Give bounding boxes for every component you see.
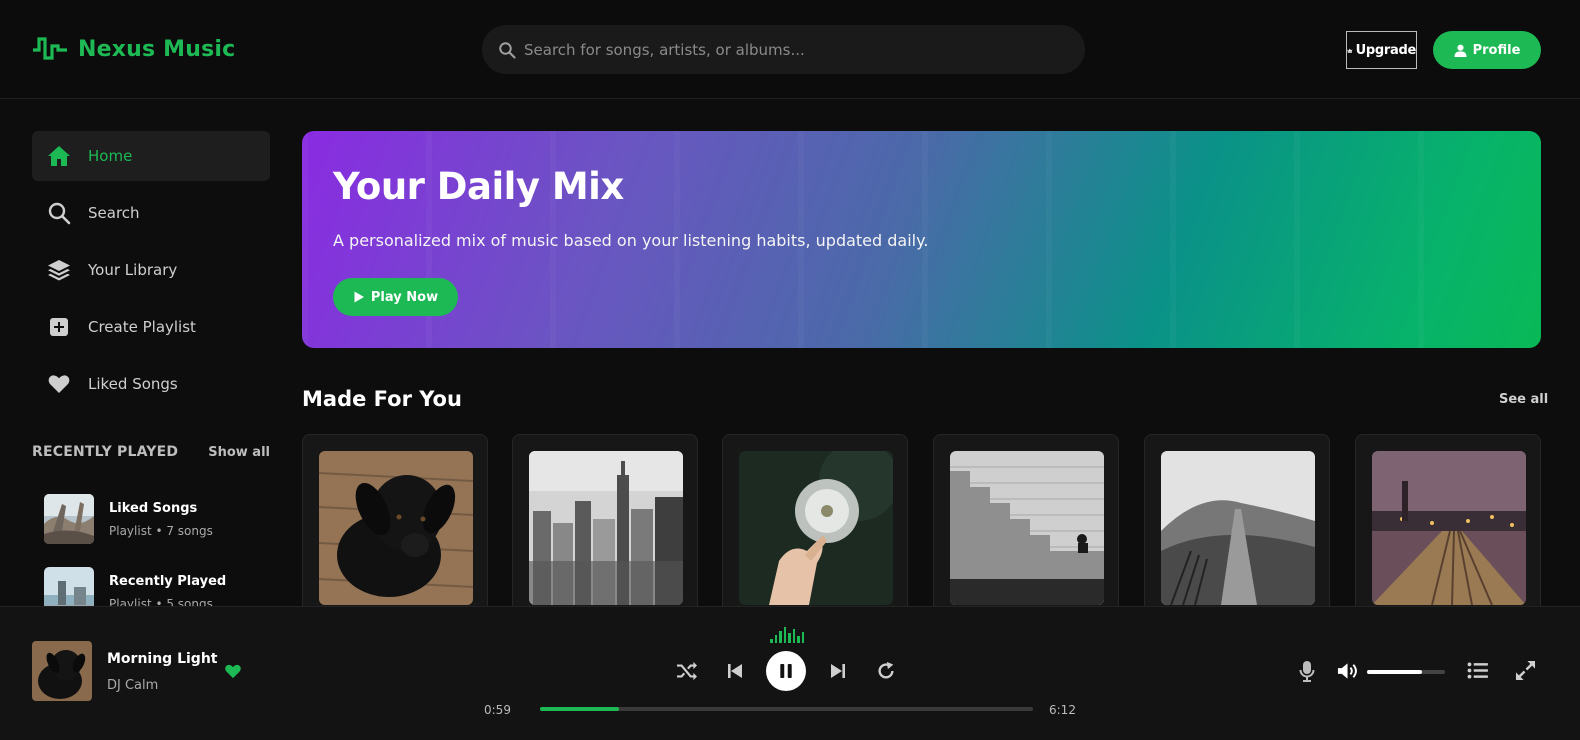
profile-label: Profile	[1472, 42, 1521, 58]
playlist-info: Recently Played Playlist • 5 songs	[109, 574, 226, 611]
search-icon	[499, 41, 516, 59]
sidebar-item-liked-songs[interactable]: Liked Songs	[32, 359, 270, 409]
skip-forward-icon	[831, 664, 845, 678]
layers-icon	[48, 260, 70, 281]
pause-icon	[780, 664, 792, 678]
pulse-logo-icon	[33, 37, 67, 60]
now-playing-title: Morning Light	[107, 651, 218, 667]
expand-icon	[1515, 660, 1536, 681]
sidebar-item-label: Home	[88, 147, 133, 165]
volume-fill	[1367, 670, 1423, 674]
equalizer-icon	[770, 627, 804, 643]
card-artwork	[529, 451, 683, 605]
sidebar-item-home[interactable]: Home	[32, 131, 270, 181]
playlist-card[interactable]	[512, 434, 698, 624]
search-input[interactable]	[524, 40, 1064, 59]
see-all-link[interactable]: See all	[1499, 392, 1548, 407]
recently-played-title: RECENTLY PLAYED	[32, 444, 179, 460]
sidebar-item-label: Search	[88, 204, 140, 222]
upgrade-button[interactable]: Upgrade	[1346, 31, 1417, 69]
playlist-card[interactable]	[302, 434, 488, 624]
crown-icon	[1347, 48, 1353, 53]
now-playing-artist[interactable]: DJ Calm	[107, 678, 158, 693]
banner-subtitle: A personalized mix of music based on you…	[333, 231, 929, 250]
playlist-card[interactable]	[1144, 434, 1330, 624]
pause-button[interactable]	[766, 651, 806, 691]
lyrics-mic-button[interactable]	[1299, 660, 1315, 682]
sidebar-item-label: Create Playlist	[88, 318, 196, 336]
search-icon	[48, 202, 71, 225]
sidebar-item-library[interactable]: Your Library	[32, 245, 270, 295]
shuffle-button[interactable]	[676, 661, 698, 681]
user-icon	[1454, 44, 1467, 57]
search-bar[interactable]	[482, 25, 1085, 74]
playlist-card[interactable]	[1355, 434, 1541, 624]
app-name: Nexus Music	[78, 36, 236, 62]
shuffle-icon	[677, 661, 697, 681]
now-playing-artwork[interactable]	[32, 641, 92, 701]
app-logo[interactable]: Nexus Music	[32, 36, 235, 62]
recently-played-header: RECENTLY PLAYED Show all	[32, 444, 270, 460]
daily-mix-banner: Your Daily Mix A personalized mix of mus…	[302, 131, 1541, 348]
microphone-icon	[1299, 661, 1315, 682]
next-button[interactable]	[830, 663, 846, 679]
skip-back-icon	[728, 664, 742, 678]
playlist-meta: Playlist • 7 songs	[109, 523, 213, 538]
playlist-card[interactable]	[722, 434, 908, 624]
volume-slider[interactable]	[1367, 670, 1445, 674]
liked-heart-icon[interactable]	[224, 663, 242, 679]
sidebar-item-search[interactable]: Search	[32, 188, 270, 238]
card-artwork	[1372, 451, 1526, 605]
volume-icon	[1337, 663, 1357, 679]
volume-button[interactable]	[1337, 662, 1360, 680]
show-all-link[interactable]: Show all	[208, 445, 270, 460]
list-icon	[1467, 662, 1488, 679]
top-header: Nexus Music Upgrade Profile	[0, 0, 1580, 99]
repeat-button[interactable]	[876, 661, 896, 681]
progress-fill	[540, 707, 619, 711]
recently-played-item[interactable]: Liked Songs Playlist • 7 songs	[44, 494, 213, 544]
plus-square-icon	[50, 318, 68, 336]
playlist-info: Liked Songs Playlist • 7 songs	[109, 501, 213, 538]
card-artwork	[950, 451, 1104, 605]
card-artwork	[1161, 451, 1315, 605]
profile-button[interactable]: Profile	[1433, 31, 1541, 69]
playlist-card[interactable]	[933, 434, 1119, 624]
playlist-name: Recently Played	[109, 573, 227, 589]
sidebar-item-label: Your Library	[88, 261, 178, 279]
card-artwork	[319, 451, 473, 605]
home-icon	[48, 146, 70, 166]
queue-button[interactable]	[1467, 662, 1488, 679]
elapsed-time: 0:59	[484, 703, 511, 717]
playlist-name: Liked Songs	[109, 500, 198, 516]
play-icon	[354, 291, 364, 303]
upgrade-label: Upgrade	[1355, 42, 1417, 58]
playlist-thumbnail	[44, 494, 94, 544]
play-now-label: Play Now	[370, 289, 439, 305]
made-for-you-title: Made For You	[302, 387, 462, 411]
repeat-icon	[878, 661, 894, 679]
card-artwork	[739, 451, 893, 605]
fullscreen-button[interactable]	[1515, 660, 1536, 681]
heart-icon	[48, 375, 70, 393]
banner-title: Your Daily Mix	[333, 165, 624, 208]
sidebar-item-create-playlist[interactable]: Create Playlist	[32, 302, 270, 352]
play-now-button[interactable]: Play Now	[333, 278, 458, 316]
total-duration: 6:12	[1049, 703, 1076, 717]
previous-button[interactable]	[727, 663, 743, 679]
progress-bar[interactable]	[540, 707, 1033, 711]
playback-bar: Morning Light DJ Calm 0:59 6:12	[0, 606, 1580, 740]
sidebar-item-label: Liked Songs	[88, 375, 178, 393]
sidebar: Home Search Your Library Create Playlist…	[0, 100, 290, 617]
